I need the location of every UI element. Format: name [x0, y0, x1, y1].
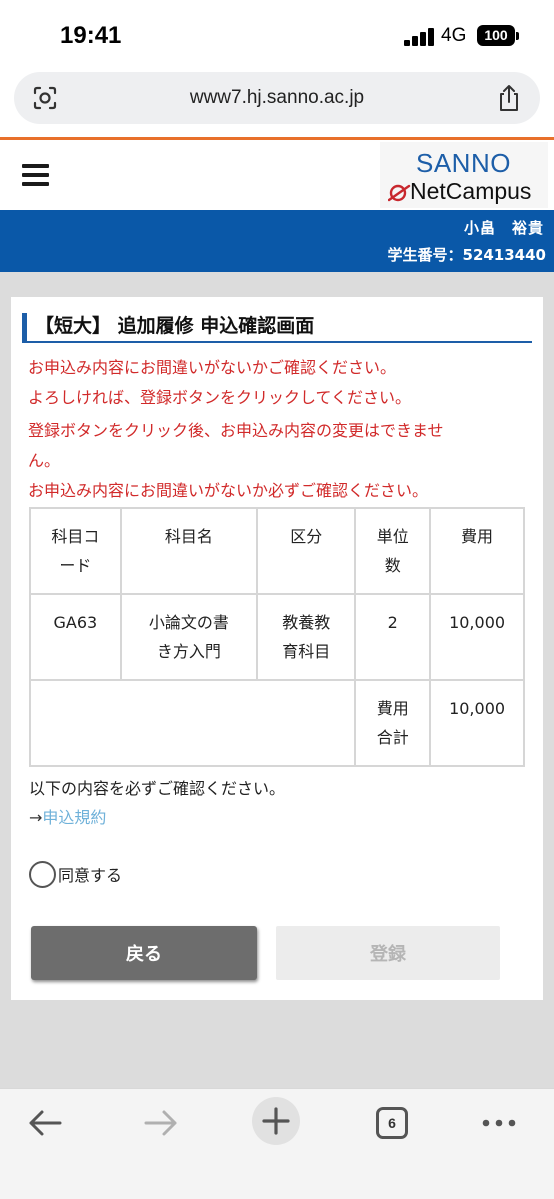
cell-category: 教養教 育科目 — [255, 593, 357, 681]
netcampus-mark-icon — [388, 184, 411, 202]
notice-line: ん。 — [28, 451, 61, 470]
network-type: 4G — [441, 25, 467, 46]
confirmation-card: 【短大】 追加履修 申込確認画面 お申込み内容にお間違いがないかご確認ください。… — [11, 297, 543, 1000]
notice-line: お申込み内容にお間違いがないかご確認ください。 — [28, 358, 397, 377]
header-course-code: 科目コ ード — [29, 507, 122, 595]
battery-icon: 100 — [477, 25, 515, 46]
user-bar: 小畠 裕貴 学生番号：52413440 — [0, 210, 554, 272]
total-value: 10,000 — [429, 679, 525, 767]
terms-link[interactable]: 申込規約 — [42, 808, 106, 827]
user-name: 小畠 裕貴 — [463, 219, 544, 237]
confirm-instruction: 以下の内容を必ずご確認ください。 — [29, 779, 286, 798]
table-row: GA63 小論文の書 き方入門 教養教 育科目 2 10,000 — [29, 593, 525, 681]
menu-icon[interactable] — [22, 164, 49, 186]
new-tab-button[interactable] — [252, 1097, 300, 1145]
share-icon[interactable] — [496, 83, 522, 113]
header-course-name: 科目名 — [119, 507, 258, 595]
student-id: 学生番号：52413440 — [387, 246, 547, 264]
notice-line: 登録ボタンをクリック後、お申込み内容の変更はできませ — [28, 421, 444, 440]
status-bar: 19:41 4G 100 — [0, 0, 554, 70]
notice-line: お申込み内容にお間違いがないか必ずご確認ください。 — [28, 481, 429, 500]
browser-toolbar: 6 — [0, 1088, 554, 1199]
agree-checkbox-row[interactable]: 同意する — [29, 859, 122, 889]
cell-credits: 2 — [354, 593, 432, 681]
agree-checkbox[interactable] — [29, 860, 56, 888]
header-category: 区分 — [255, 507, 357, 595]
logo-sanno-text: SANNO — [416, 148, 511, 178]
table-header-row: 科目コ ード 科目名 区分 単位数 費用 — [29, 507, 525, 595]
terms-line: →申込規約 — [29, 804, 106, 828]
tabs-button[interactable]: 6 — [376, 1107, 408, 1139]
total-empty-cell — [28, 679, 357, 767]
total-label: 費用 合計 — [354, 679, 432, 767]
url-text[interactable]: www7.hj.sanno.ac.jp — [14, 87, 540, 109]
signal-icon — [404, 28, 436, 46]
more-icon[interactable] — [480, 1103, 518, 1143]
arrow-icon: → — [29, 808, 43, 827]
sanno-logo[interactable]: SANNO NetCampus — [380, 142, 548, 208]
cell-course-name: 小論文の書 き方入門 — [119, 593, 258, 681]
plus-icon — [262, 1107, 290, 1135]
notice-block-2: 登録ボタンをクリック後、お申込み内容の変更はできませ ん。 お申込み内容にお間違… — [28, 416, 528, 506]
forward-arrow-icon[interactable] — [142, 1103, 180, 1143]
back-button[interactable]: 戻る — [31, 926, 257, 980]
site-header: SANNO NetCampus — [0, 140, 554, 210]
course-table: 科目コ ード 科目名 区分 単位数 費用 GA63 小論文の書 き方入門 教養教 育科… — [28, 507, 525, 767]
url-bar[interactable]: www7.hj.sanno.ac.jp — [14, 72, 540, 124]
battery-tip — [516, 32, 519, 40]
status-time: 19:41 — [60, 22, 122, 49]
header-fee: 費用 — [429, 507, 525, 595]
table-total-row: 費用 合計 10,000 — [28, 679, 525, 767]
agree-label[interactable]: 同意する — [58, 862, 122, 886]
back-arrow-icon[interactable] — [26, 1103, 64, 1143]
notice-block-1: お申込み内容にお間違いがないかご確認ください。 よろしければ、登録ボタンをクリッ… — [28, 353, 528, 413]
cell-fee: 10,000 — [429, 593, 525, 681]
register-button[interactable]: 登録 — [276, 926, 500, 980]
page-title: 【短大】 追加履修 申込確認画面 — [22, 313, 532, 343]
cell-course-code: GA63 — [29, 593, 122, 681]
notice-line: よろしければ、登録ボタンをクリックしてください。 — [28, 388, 412, 407]
logo-netcampus-text: NetCampus — [410, 178, 532, 204]
header-credits: 単位数 — [354, 507, 432, 595]
